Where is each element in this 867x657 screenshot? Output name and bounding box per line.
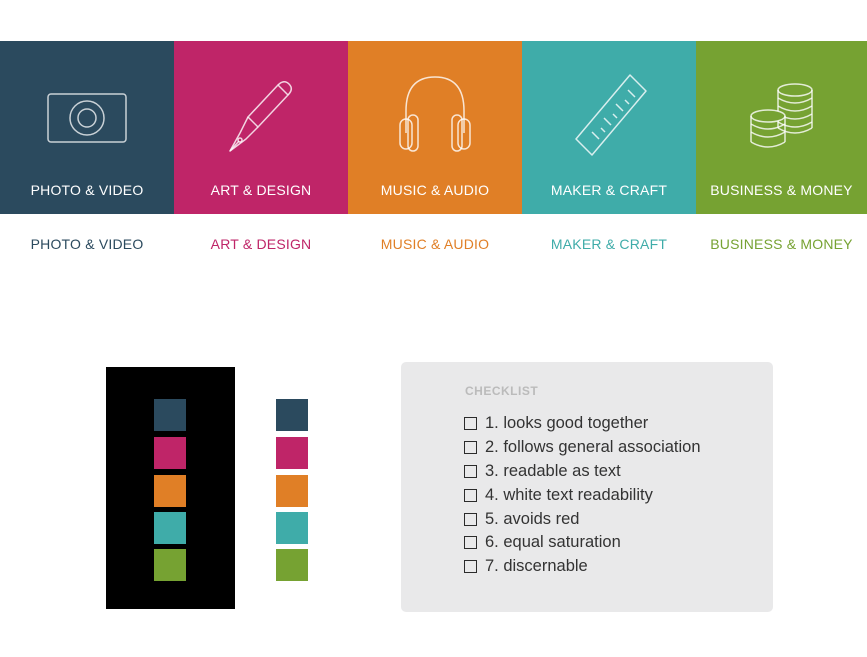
headphones-icon — [399, 76, 471, 152]
swatch-orange-on-white — [276, 475, 308, 507]
checklist-item[interactable]: 4. white text readability — [464, 483, 701, 507]
checkbox[interactable] — [464, 560, 477, 574]
tile-business-money[interactable]: BUSINESS & MONEY — [696, 41, 867, 214]
checklist-item-text: 3. readable as text — [485, 461, 621, 480]
tile-photo-video[interactable]: PHOTO & VIDEO — [0, 41, 174, 214]
swatch-orange-on-black — [154, 475, 186, 507]
checklist-item-text: 5. avoids red — [485, 509, 580, 528]
tile-maker-craft[interactable]: MAKER & CRAFT — [522, 41, 696, 214]
checkbox[interactable] — [464, 441, 477, 455]
tile-label: ART & DESIGN — [210, 182, 312, 198]
label-business-money: BUSINESS & MONEY — [710, 236, 853, 252]
checklist-item-text: 7. discernable — [485, 557, 588, 576]
category-tiles: PHOTO & VIDEO ART & DESIGN MUSIC & AUDIO… — [0, 41, 867, 214]
checklist-item[interactable]: 2. follows general association — [464, 436, 701, 460]
label-music-audio: MUSIC & AUDIO — [380, 236, 490, 252]
swatch-green-on-black — [154, 549, 186, 581]
checkbox[interactable] — [464, 464, 477, 478]
checklist-item-text: 6. equal saturation — [485, 533, 621, 552]
color-text-samples: PHOTO & VIDEO ART & DESIGN MUSIC & AUDIO… — [0, 236, 867, 256]
tile-art-design[interactable]: ART & DESIGN — [174, 41, 348, 214]
label-art-design: ART & DESIGN — [210, 236, 312, 252]
swatch-teal-on-white — [276, 512, 308, 544]
checkbox[interactable] — [464, 417, 477, 431]
swatch-navy-on-black — [154, 399, 186, 431]
pen-icon — [229, 81, 292, 152]
ruler-icon — [575, 74, 647, 156]
tile-music-audio[interactable]: MUSIC & AUDIO — [348, 41, 522, 214]
checklist-item[interactable]: 1. looks good together — [464, 412, 701, 436]
swatch-magenta-on-white — [276, 437, 308, 469]
tile-label: PHOTO & VIDEO — [30, 182, 144, 198]
swatch-navy-on-white — [276, 399, 308, 431]
checklist-item[interactable]: 5. avoids red — [464, 507, 701, 531]
tile-label: MUSIC & AUDIO — [380, 182, 490, 198]
checkbox[interactable] — [464, 488, 477, 502]
swatch-teal-on-black — [154, 512, 186, 544]
label-photo-video: PHOTO & VIDEO — [30, 236, 144, 252]
checklist-item[interactable]: 7. discernable — [464, 555, 701, 579]
camera-icon — [47, 93, 127, 143]
tile-label: BUSINESS & MONEY — [710, 182, 853, 198]
checklist-item-text: 1. looks good together — [485, 414, 649, 433]
swatch-green-on-white — [276, 549, 308, 581]
checklist-item-text: 2. follows general association — [485, 438, 701, 457]
dark-swatch-panel — [106, 367, 235, 609]
coins-icon — [749, 83, 813, 148]
checklist-item[interactable]: 6. equal saturation — [464, 531, 701, 555]
checklist-title: CHECKLIST — [465, 384, 539, 398]
checklist-card: CHECKLIST 1. looks good together 2. foll… — [401, 362, 773, 612]
tile-label: MAKER & CRAFT — [550, 182, 668, 198]
checklist-item[interactable]: 3. readable as text — [464, 460, 701, 484]
label-maker-craft: MAKER & CRAFT — [550, 236, 668, 252]
swatch-magenta-on-black — [154, 437, 186, 469]
checkbox[interactable] — [464, 536, 477, 550]
checkbox[interactable] — [464, 512, 477, 526]
checklist-item-text: 4. white text readability — [485, 485, 653, 504]
checklist-items: 1. looks good together 2. follows genera… — [464, 412, 701, 579]
